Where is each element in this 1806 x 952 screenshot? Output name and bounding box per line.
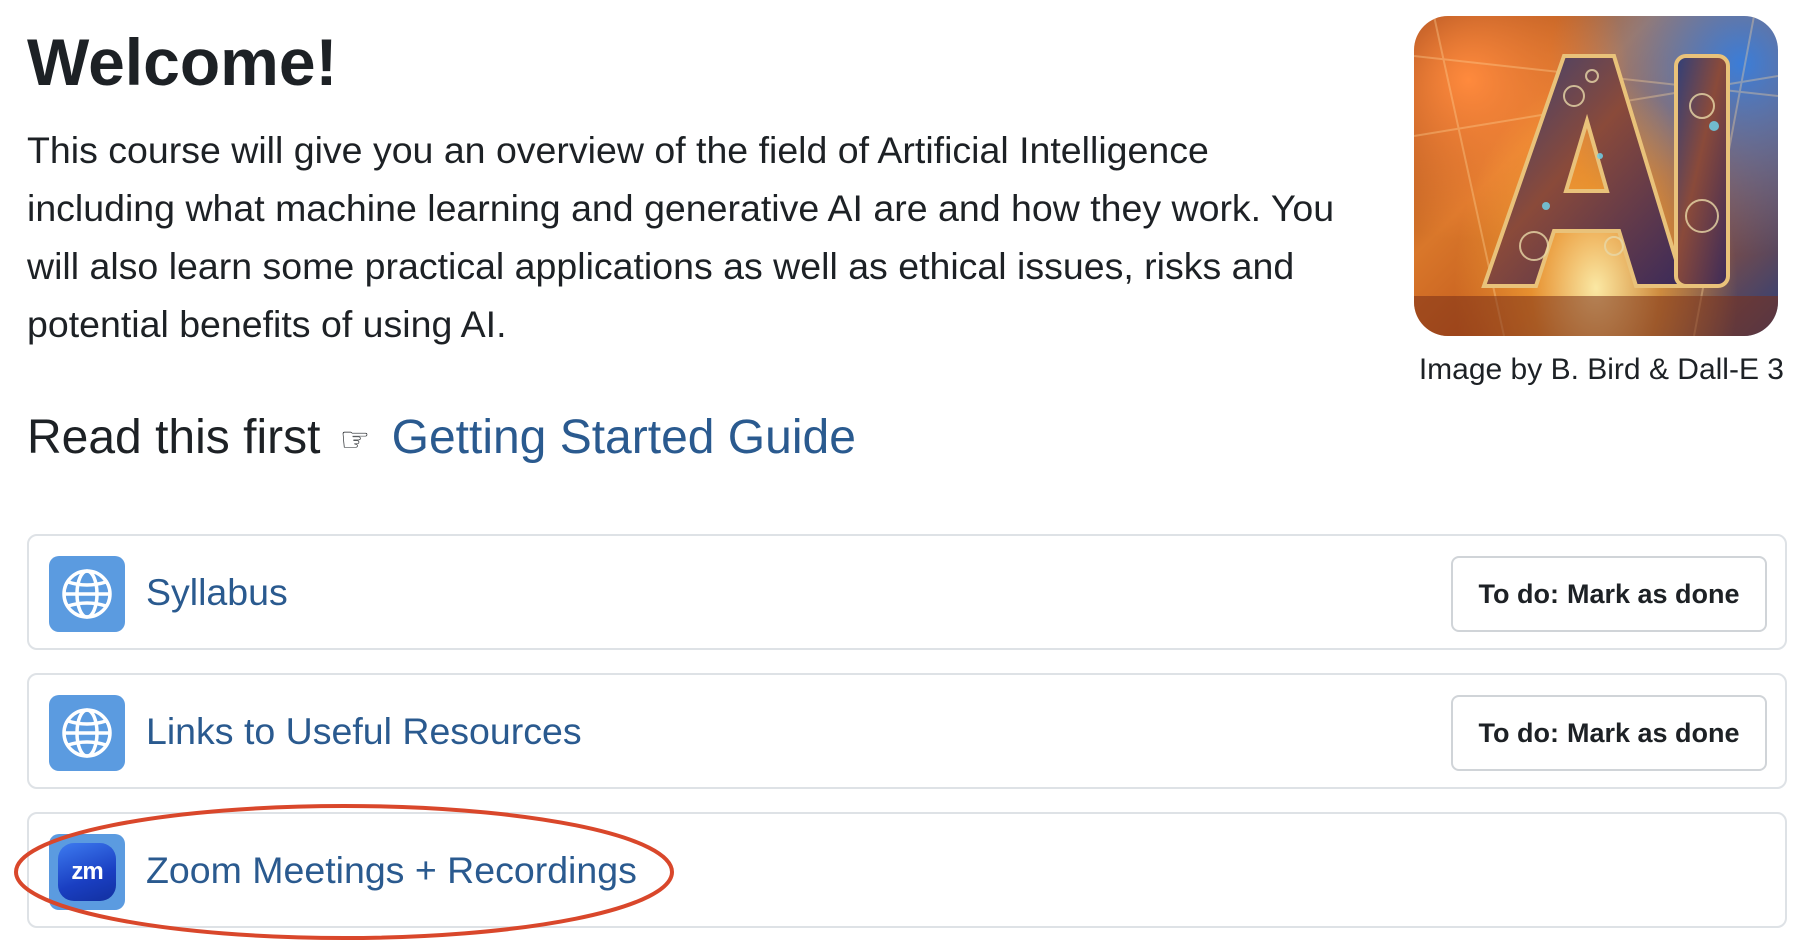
mark-as-done-button[interactable]: To do: Mark as done	[1451, 556, 1767, 632]
getting-started-guide-link[interactable]: Getting Started Guide	[392, 411, 856, 464]
mark-as-done-label: Mark as done	[1566, 578, 1740, 609]
read-first-label: Read this first	[27, 411, 321, 464]
course-intro-text: This course will give you an overview of…	[27, 129, 1335, 345]
todo-prefix: To do:	[1478, 578, 1559, 609]
globe-icon	[49, 556, 125, 632]
activity-item-useful-resources: Links to Useful Resources To do: Mark as…	[27, 673, 1787, 789]
ai-course-image	[1414, 16, 1778, 336]
pointing-hand-icon: ☞	[339, 421, 371, 460]
mark-as-done-label: Mark as done	[1566, 717, 1740, 748]
read-first-line: Read this first ☞ Getting Started Guide	[27, 408, 856, 470]
zoom-logo: zm	[58, 843, 116, 901]
image-caption: Image by B. Bird & Dall-E 3	[1418, 353, 1784, 386]
useful-resources-link[interactable]: Links to Useful Resources	[146, 675, 582, 787]
mark-as-done-button[interactable]: To do: Mark as done	[1451, 695, 1767, 771]
todo-prefix: To do:	[1478, 717, 1559, 748]
activity-item-zoom: zm Zoom Meetings + Recordings	[27, 812, 1787, 928]
zoom-icon: zm	[49, 834, 125, 910]
syllabus-link[interactable]: Syllabus	[146, 536, 288, 648]
welcome-heading: Welcome!	[27, 25, 338, 99]
activity-item-syllabus: Syllabus To do: Mark as done	[27, 534, 1787, 650]
ai-letters-art	[1414, 16, 1778, 336]
zoom-meetings-link[interactable]: Zoom Meetings + Recordings	[146, 814, 637, 926]
globe-icon	[49, 695, 125, 771]
